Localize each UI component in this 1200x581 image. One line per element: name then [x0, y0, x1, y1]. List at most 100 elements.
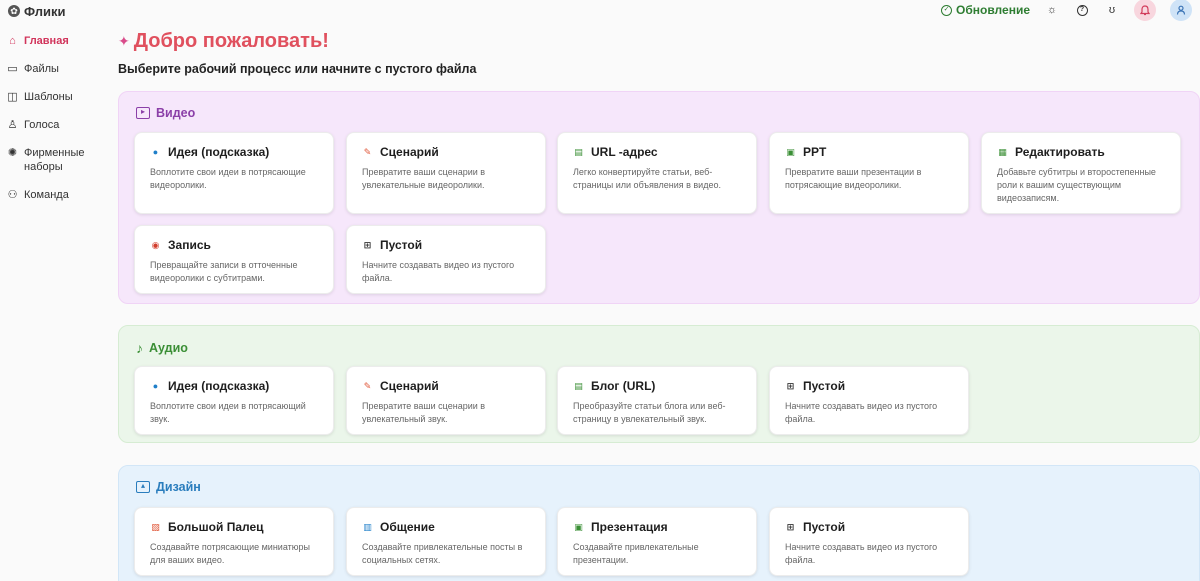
plus-square-icon: ⊞: [786, 380, 795, 391]
card-title: Пустой: [803, 520, 846, 534]
card-description: Начните создавать видео из пустого файла…: [362, 260, 515, 283]
page-subtitle: Выберите рабочий процесс или начните с п…: [118, 62, 477, 76]
bell-icon: [1140, 4, 1150, 15]
card-title: Пустой: [803, 379, 846, 393]
card-description: Создавайте привлекательные презентации.: [573, 542, 699, 565]
sidebar: ⌂ Главная ▭ Файлы ◫ Шаблоны ♙ Голоса ✺ Ф…: [0, 30, 110, 212]
palette-icon: ✺: [7, 147, 18, 159]
section-title-label: Видео: [156, 106, 196, 120]
card-video-record[interactable]: ◉ Запись Превращайте записи в отточенные…: [134, 225, 334, 294]
record-icon: ◉: [151, 239, 160, 250]
sidebar-item-label: Шаблоны: [24, 91, 73, 103]
app-brand[interactable]: ✿ Флики: [8, 3, 66, 19]
card-video-script[interactable]: ✎ Сценарий Превратите ваши сценарии в ув…: [346, 132, 546, 214]
update-button[interactable]: ✓ Обновление: [941, 3, 1030, 17]
clapperboard-icon: ▦: [998, 146, 1007, 157]
section-video: ▸ Видео ● Идея (подсказка) Воплотите сво…: [118, 91, 1200, 304]
card-audio-blank[interactable]: ⊞ Пустой Начните создавать видео из пуст…: [769, 366, 969, 435]
card-title: Презентация: [591, 520, 668, 534]
card-title: Запись: [168, 238, 211, 252]
help-icon: ?: [1076, 4, 1088, 16]
social-icon: ▥: [363, 521, 372, 532]
card-description: Легко конвертируйте статьи, веб-страницы…: [573, 167, 721, 190]
check-circle-icon: ✓: [941, 4, 953, 16]
section-title-label: Аудио: [149, 341, 188, 355]
sidebar-item-team[interactable]: ⚇ Команда: [0, 184, 110, 206]
plus-square-icon: ⊞: [786, 521, 795, 532]
streak-icon: ʊ: [1108, 4, 1116, 16]
image-icon: ▴: [136, 481, 150, 493]
card-design-presentation[interactable]: ▣ Презентация Создавайте привлекательные…: [557, 507, 757, 576]
thumbnail-icon: ▧: [151, 521, 160, 532]
document-icon: ▤: [574, 380, 583, 391]
page-title: ✦ Добро пожаловать!: [118, 30, 329, 53]
app-name: Флики: [24, 3, 66, 19]
card-title: PPT: [803, 145, 827, 159]
microphone-icon: ♙: [7, 119, 18, 131]
section-design: ▴ Дизайн ▧ Большой Палец Создавайте потр…: [118, 465, 1200, 581]
card-description: Превращайте записи в отточенные видеорол…: [150, 260, 298, 283]
notifications-button[interactable]: [1134, 0, 1156, 21]
card-description: Превратите ваши сценарии в увлекательный…: [362, 401, 486, 424]
card-design-social[interactable]: ▥ Общение Создавайте привлекательные пос…: [346, 507, 546, 576]
section-title: ▸ Видео: [136, 106, 195, 120]
card-title: Блог (URL): [591, 379, 656, 393]
slides-icon: ▣: [574, 521, 583, 532]
card-design-blank[interactable]: ⊞ Пустой Начните создавать видео из пуст…: [769, 507, 969, 576]
sidebar-item-label: Главная: [24, 35, 69, 47]
section-title: ▴ Дизайн: [136, 480, 201, 494]
folder-icon: ▭: [7, 63, 18, 75]
script-icon: ✎: [363, 146, 372, 157]
card-title: Редактировать: [1015, 145, 1105, 159]
card-video-idea[interactable]: ● Идея (подсказка) Воплотите свои идеи в…: [134, 132, 334, 214]
card-title: Сценарий: [380, 145, 439, 159]
template-icon: ◫: [7, 91, 18, 103]
welcome-text: Добро пожаловать!: [133, 30, 329, 52]
card-description: Превратите ваши презентации в потрясающи…: [785, 167, 922, 190]
team-icon: ⚇: [7, 189, 18, 201]
sidebar-item-label: Файлы: [24, 63, 59, 75]
card-description: Создавайте привлекательные посты в социа…: [362, 542, 523, 565]
card-description: Превратите ваши сценарии в увлекательные…: [362, 167, 486, 190]
card-video-edit[interactable]: ▦ Редактировать Добавьте субтитры и втор…: [981, 132, 1181, 214]
card-title: Большой Палец: [168, 520, 264, 534]
sidebar-item-voices[interactable]: ♙ Голоса: [0, 114, 110, 136]
card-title: Идея (подсказка): [168, 379, 270, 393]
card-design-thumbnail[interactable]: ▧ Большой Палец Создавайте потрясающие м…: [134, 507, 334, 576]
sidebar-item-files[interactable]: ▭ Файлы: [0, 58, 110, 80]
ppt-icon: ▣: [786, 146, 795, 157]
help-button[interactable]: ?: [1074, 2, 1090, 18]
user-icon: [1176, 5, 1186, 15]
lightbulb-icon: ●: [152, 146, 159, 157]
card-description: Преобразуйте статьи блога или веб-страни…: [573, 401, 726, 424]
card-title: Сценарий: [380, 379, 439, 393]
sidebar-item-home[interactable]: ⌂ Главная: [0, 30, 110, 52]
card-description: Воплотите свои идеи в потрясающий звук.: [150, 401, 306, 424]
account-avatar[interactable]: [1170, 0, 1192, 21]
card-video-url[interactable]: ▤ URL -адрес Легко конвертируйте статьи,…: [557, 132, 757, 214]
card-title: Общение: [380, 520, 435, 534]
document-icon: ▤: [574, 146, 583, 157]
card-title: Идея (подсказка): [168, 145, 270, 159]
section-title: ♪ Аудио: [136, 340, 188, 356]
sidebar-item-templates[interactable]: ◫ Шаблоны: [0, 86, 110, 108]
card-audio-script[interactable]: ✎ Сценарий Превратите ваши сценарии в ув…: [346, 366, 546, 435]
streak-button[interactable]: ʊ: [1104, 2, 1120, 18]
plus-square-icon: ⊞: [363, 239, 372, 250]
top-bar-actions: ✓ Обновление ☼ ? ʊ: [941, 0, 1192, 21]
script-icon: ✎: [363, 380, 372, 391]
section-audio: ♪ Аудио ● Идея (подсказка) Воплотите сво…: [118, 325, 1200, 443]
theme-toggle-button[interactable]: ☼: [1044, 2, 1060, 18]
card-audio-blog[interactable]: ▤ Блог (URL) Преобразуйте статьи блога и…: [557, 366, 757, 435]
sidebar-item-label: Команда: [24, 189, 69, 201]
sidebar-item-label: Фирменные наборы: [24, 147, 85, 173]
card-description: Создавайте потрясающие миниатюры для ваш…: [150, 542, 310, 565]
update-label: Обновление: [956, 3, 1030, 17]
card-video-ppt[interactable]: ▣ PPT Превратите ваши презентации в потр…: [769, 132, 969, 214]
card-video-blank[interactable]: ⊞ Пустой Начните создавать видео из пуст…: [346, 225, 546, 294]
video-camera-icon: ▸: [136, 107, 150, 119]
flicky-logo-icon: ✿: [8, 5, 20, 17]
sidebar-item-brand-kits[interactable]: ✺ Фирменные наборы: [0, 142, 110, 178]
card-audio-idea[interactable]: ● Идея (подсказка) Воплотите свои идеи в…: [134, 366, 334, 435]
section-title-label: Дизайн: [156, 480, 201, 494]
